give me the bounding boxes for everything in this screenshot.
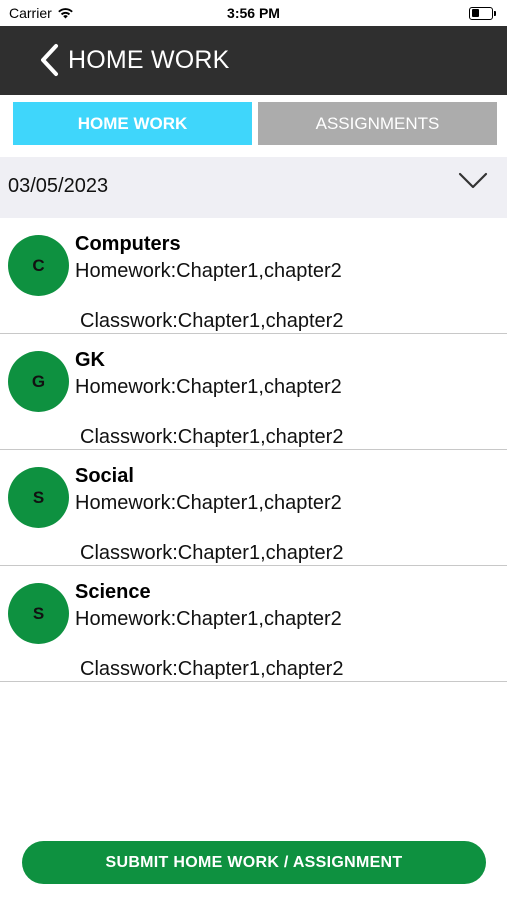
- submit-homework-button[interactable]: SUBMIT HOME WORK / ASSIGNMENT: [22, 841, 486, 884]
- back-button[interactable]: [36, 42, 62, 78]
- classwork-text: Classwork:Chapter1,chapter2: [80, 426, 344, 448]
- homework-text: Homework:Chapter1,chapter2: [75, 492, 342, 514]
- classwork-text: Classwork:Chapter1,chapter2: [80, 310, 344, 332]
- tab-homework[interactable]: HOME WORK: [13, 102, 252, 145]
- classwork-text: Classwork:Chapter1,chapter2: [80, 542, 344, 564]
- selected-date: 03/05/2023: [8, 175, 109, 197]
- avatar: S: [8, 467, 69, 528]
- list-item[interactable]: C Computers Homework:Chapter1,chapter2 C…: [0, 218, 507, 334]
- list-item[interactable]: S Social Homework:Chapter1,chapter2 Clas…: [0, 450, 507, 566]
- list-item[interactable]: S Science Homework:Chapter1,chapter2 Cla…: [0, 566, 507, 682]
- homework-screen: Carrier 3:56 PM HOME WORK HOME WORK ASSI…: [0, 0, 507, 900]
- tab-assignments[interactable]: ASSIGNMENTS: [258, 102, 497, 145]
- status-time: 3:56 PM: [227, 5, 280, 21]
- homework-text: Homework:Chapter1,chapter2: [75, 260, 342, 282]
- nav-bar: HOME WORK: [0, 26, 507, 95]
- avatar: C: [8, 235, 69, 296]
- homework-text: Homework:Chapter1,chapter2: [75, 608, 342, 630]
- subject-name: Social: [75, 465, 134, 487]
- chevron-left-icon: [41, 44, 58, 76]
- chevron-down-icon[interactable]: [458, 172, 488, 190]
- status-bar: Carrier 3:56 PM: [0, 0, 507, 26]
- classwork-text: Classwork:Chapter1,chapter2: [80, 658, 344, 680]
- battery-icon: [469, 6, 497, 20]
- avatar: S: [8, 583, 69, 644]
- subject-name: Computers: [75, 233, 181, 255]
- page-title: HOME WORK: [68, 46, 230, 74]
- homework-list: C Computers Homework:Chapter1,chapter2 C…: [0, 218, 507, 682]
- homework-text: Homework:Chapter1,chapter2: [75, 376, 342, 398]
- list-item[interactable]: G GK Homework:Chapter1,chapter2 Classwor…: [0, 334, 507, 450]
- date-dropdown[interactable]: 03/05/2023: [0, 157, 507, 218]
- subject-name: Science: [75, 581, 151, 603]
- avatar: G: [8, 351, 69, 412]
- subject-name: GK: [75, 349, 105, 371]
- segmented-tabs: HOME WORK ASSIGNMENTS: [0, 95, 507, 157]
